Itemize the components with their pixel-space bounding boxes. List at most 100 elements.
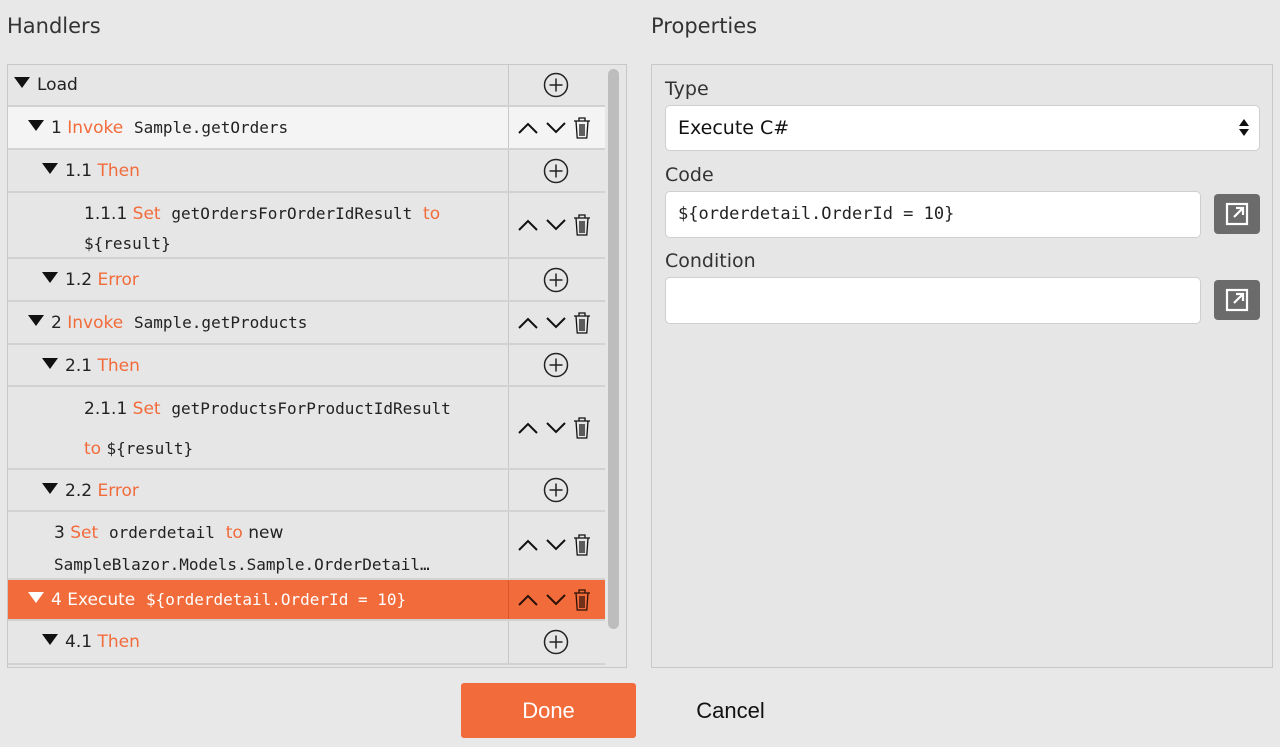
properties-panel: Type Execute C# Code ${orderdetail.Order… [651, 64, 1273, 668]
step-keyword-to: to [423, 204, 441, 224]
step-code: Sample.getProducts [134, 313, 308, 332]
collapse-caret-icon[interactable] [28, 120, 44, 131]
move-up-icon[interactable] [517, 421, 539, 435]
step-number: 1.1 [65, 161, 93, 181]
move-up-icon[interactable] [517, 218, 539, 232]
step-number: 1.2 [65, 270, 93, 290]
tree-scrollbar[interactable] [608, 69, 619, 629]
step-number: 1.1.1 [84, 204, 128, 224]
step-keyword-to: to [225, 523, 243, 543]
collapse-caret-icon[interactable] [14, 77, 30, 88]
tree-row-4[interactable]: 4 Execute ${orderdetail.OrderId = 10} [8, 580, 605, 621]
move-down-icon[interactable] [545, 593, 567, 607]
open-external-icon [1225, 288, 1249, 312]
tree-row-2[interactable]: 2 Invoke Sample.getProducts [8, 302, 605, 345]
properties-title: Properties [651, 14, 758, 38]
move-down-icon[interactable] [545, 421, 567, 435]
step-code: getProductsForProductIdResult [171, 399, 451, 418]
tree-row-1-1[interactable]: 1.1 Then [8, 150, 605, 193]
step-number: 1 [51, 118, 62, 138]
type-select-value: Execute C# [678, 117, 790, 139]
step-number: 2.1.1 [84, 399, 128, 419]
cancel-button[interactable]: Cancel [648, 683, 813, 738]
step-keyword: Set [70, 523, 99, 543]
move-down-icon[interactable] [545, 316, 567, 330]
step-number: 2 [51, 313, 62, 333]
tree-row-1-1-1[interactable]: 1.1.1 Set getOrdersForOrderIdResult to $… [8, 193, 605, 259]
collapse-caret-icon[interactable] [28, 592, 44, 603]
step-keyword: Invoke [67, 313, 124, 333]
tree-row-load[interactable]: Load [8, 65, 605, 107]
collapse-caret-icon[interactable] [42, 272, 58, 283]
move-down-icon[interactable] [545, 218, 567, 232]
step-keyword: Then [97, 161, 140, 181]
type-select[interactable]: Execute C# [665, 105, 1260, 151]
collapse-caret-icon[interactable] [42, 358, 58, 369]
trash-icon[interactable] [573, 533, 591, 557]
step-keyword: Then [97, 356, 140, 376]
tree-row-2-1[interactable]: 2.1 Then [8, 345, 605, 387]
trash-icon[interactable] [573, 311, 591, 335]
collapse-caret-icon[interactable] [42, 634, 58, 645]
step-new-keyword: new [248, 523, 284, 543]
tree-row-1[interactable]: 1 Invoke Sample.getOrders [8, 107, 605, 150]
step-value-code: ${result} [106, 439, 194, 458]
code-label: Code [665, 164, 714, 186]
collapse-caret-icon[interactable] [28, 315, 44, 326]
move-down-icon[interactable] [545, 538, 567, 552]
tree-row-2-1-1[interactable]: 2.1.1 Set getProductsForProductIdResult … [8, 387, 605, 470]
trash-icon[interactable] [573, 588, 591, 612]
condition-label: Condition [665, 250, 756, 272]
step-keyword: Set [132, 204, 161, 224]
tree-row-3[interactable]: 3 Set orderdetail to new SampleBlazor.Mo… [8, 512, 605, 580]
move-down-icon[interactable] [545, 121, 567, 135]
handlers-title: Handlers [7, 14, 101, 38]
step-keyword-to: to [84, 439, 102, 459]
step-number: 3 [54, 523, 65, 543]
trash-icon[interactable] [573, 416, 591, 440]
trash-icon[interactable] [573, 116, 591, 140]
collapse-caret-icon[interactable] [42, 483, 58, 494]
step-number: 2.2 [65, 481, 93, 501]
tree-row-4-1[interactable]: 4.1 Then [8, 621, 605, 665]
move-up-icon[interactable] [517, 593, 539, 607]
step-code: ${orderdetail.OrderId = 10} [146, 590, 407, 609]
type-label: Type [665, 78, 709, 100]
step-code: orderdetail [108, 523, 215, 542]
condition-input[interactable] [665, 277, 1201, 324]
add-icon[interactable] [543, 352, 569, 378]
handlers-tree: Load 1 Invoke Sample.getOrders 1.1 Then … [7, 64, 627, 668]
step-keyword: Error [97, 481, 139, 501]
tree-row-2-2[interactable]: 2.2 Error [8, 470, 605, 512]
code-input[interactable]: ${orderdetail.OrderId = 10} [665, 191, 1201, 238]
done-button[interactable]: Done [461, 683, 636, 738]
select-arrows-icon [1239, 119, 1249, 136]
add-icon[interactable] [543, 72, 569, 98]
step-keyword: Error [97, 270, 139, 290]
step-number: 4 [51, 590, 62, 610]
add-icon[interactable] [543, 267, 569, 293]
move-up-icon[interactable] [517, 316, 539, 330]
step-keyword: Then [97, 632, 140, 652]
tree-row-1-2[interactable]: 1.2 Error [8, 259, 605, 302]
move-up-icon[interactable] [517, 121, 539, 135]
step-code: getOrdersForOrderIdResult [171, 204, 413, 223]
add-icon[interactable] [543, 477, 569, 503]
trash-icon[interactable] [573, 213, 591, 237]
step-number: 2.1 [65, 356, 93, 376]
step-keyword: Execute [67, 590, 136, 610]
step-keyword: Invoke [67, 118, 124, 138]
open-external-icon [1225, 202, 1249, 226]
step-code: Sample.getOrders [134, 118, 289, 137]
step-keyword: Set [132, 399, 161, 419]
tree-row-label: Load [37, 75, 78, 95]
add-icon[interactable] [543, 158, 569, 184]
step-value-code: ${result} [84, 234, 171, 253]
code-expand-button[interactable] [1214, 194, 1260, 234]
condition-expand-button[interactable] [1214, 280, 1260, 320]
step-number: 4.1 [65, 632, 93, 652]
add-icon[interactable] [543, 629, 569, 655]
step-value-code: SampleBlazor.Models.Sample.OrderDetail… [54, 555, 430, 574]
collapse-caret-icon[interactable] [42, 163, 58, 174]
move-up-icon[interactable] [517, 538, 539, 552]
